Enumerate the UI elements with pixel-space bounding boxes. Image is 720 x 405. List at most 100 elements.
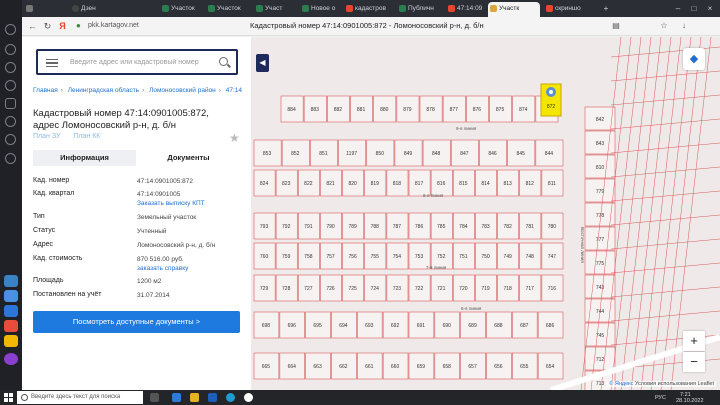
parcel-label: 748 — [526, 254, 535, 260]
yandex-attribution[interactable]: © Яндекс — [609, 381, 633, 387]
tab-3[interactable]: Участок — [206, 2, 246, 17]
tab-5[interactable]: Новое о — [300, 2, 340, 17]
favorite-star-icon[interactable]: ★ — [229, 132, 241, 144]
taskbar-search-input[interactable]: Введите здесь текст для поиска — [17, 391, 143, 404]
parcel-label: 758 — [304, 254, 313, 260]
tab-10[interactable]: скриншо — [544, 2, 596, 17]
breadcrumb-region[interactable]: Ленинградская область — [68, 87, 139, 94]
parcel-label: 850 — [376, 151, 385, 157]
tab-0[interactable] — [24, 2, 46, 17]
parcel-layer[interactable]: 8848838828818808798788778768758748738538… — [251, 37, 720, 390]
zoom-in-button[interactable]: + — [683, 331, 705, 351]
task-view-icon[interactable] — [150, 393, 159, 402]
close-window-button[interactable]: × — [704, 0, 716, 17]
explorer-icon[interactable] — [190, 393, 199, 402]
parcel-label: 845 — [517, 151, 526, 157]
tab-7[interactable]: Публичн — [397, 2, 441, 17]
parcel-label: 747 — [548, 254, 557, 260]
prop-value: 47:14:0901005:872 — [137, 178, 194, 185]
collapse-panel-button[interactable]: ◀ — [256, 54, 269, 72]
layers-icon[interactable]: ◆ — [683, 48, 705, 70]
reader-icon[interactable]: ▤ — [610, 20, 622, 32]
back-button[interactable]: ← — [26, 19, 39, 33]
history-icon[interactable] — [5, 62, 16, 73]
minimize-button[interactable]: – — [672, 0, 684, 17]
yandex-browser-icon[interactable] — [244, 393, 253, 402]
tab-1[interactable]: Дзен — [70, 2, 100, 17]
parcel-label: 852 — [291, 151, 300, 157]
order-certificate-link[interactable]: заказать справку — [137, 264, 242, 273]
leaflet-link[interactable]: Leaflet — [697, 381, 714, 387]
prop-value: 1200 м2 — [137, 278, 162, 285]
tab-8[interactable]: 47:14:09 — [446, 2, 490, 17]
app-icon-6[interactable] — [4, 353, 18, 365]
app-icon-5[interactable] — [4, 335, 18, 347]
parcel-label: 659 — [417, 364, 426, 370]
tab-information[interactable]: Информация — [33, 150, 136, 166]
parcel-heading: Кадастровый номер 47:14:0901005:872, адр… — [33, 108, 209, 131]
tab-documents[interactable]: Документы — [137, 150, 240, 166]
order-kpt-link[interactable]: Заказать выписку КПТ — [137, 199, 242, 208]
extensions-icon[interactable] — [5, 134, 16, 145]
plan-zu-link[interactable]: План ЗУ — [33, 133, 60, 140]
edge-icon[interactable] — [226, 393, 235, 402]
bookmarks-icon[interactable] — [5, 44, 16, 55]
parcel-label: 688 — [494, 323, 503, 329]
terms-link[interactable]: Условия использования — [635, 381, 696, 387]
search-icon[interactable] — [219, 57, 228, 66]
search-input[interactable] — [70, 55, 220, 69]
plan-kk-link[interactable]: План КК — [73, 133, 100, 140]
yandex-logo-icon[interactable]: Я — [56, 19, 69, 33]
page-title: Кадастровый номер 47:14:0901005:872 - Ло… — [250, 21, 484, 30]
tab-2[interactable]: Участок — [160, 2, 200, 17]
tab-4[interactable]: Участ — [254, 2, 294, 17]
settings-icon[interactable] — [5, 116, 16, 127]
breadcrumb-district[interactable]: Ломоносовский район — [149, 87, 216, 94]
parcel-label: 726 — [326, 286, 335, 292]
menu-icon[interactable] — [46, 59, 58, 67]
url-field[interactable]: pkk.kartagov.net — [88, 20, 139, 32]
parcel-label: 882 — [334, 107, 343, 113]
dzen-icon — [72, 5, 79, 12]
parcel-label: 812 — [526, 181, 535, 187]
street-label: 6-я линия — [461, 306, 482, 311]
bookmark-star-icon[interactable]: ☆ — [658, 20, 670, 32]
parcel-label: 819 — [371, 181, 380, 187]
add-app-icon[interactable] — [5, 153, 16, 164]
parcel-label: 881 — [357, 107, 366, 113]
tab-active[interactable]: Участк — [488, 2, 540, 17]
zoom-out-button[interactable]: − — [683, 352, 705, 372]
vk-icon[interactable] — [4, 305, 18, 317]
maximize-button[interactable]: □ — [688, 0, 700, 17]
parcel-label: 756 — [348, 254, 357, 260]
store-icon[interactable] — [172, 393, 181, 402]
mail-icon[interactable] — [208, 393, 217, 402]
reload-button[interactable]: ↻ — [41, 19, 54, 33]
new-tab-button[interactable]: + — [600, 0, 612, 17]
lock-icon: ● — [76, 21, 81, 30]
app-icon-4[interactable] — [4, 320, 18, 332]
app-icon-2[interactable] — [4, 290, 18, 302]
tab-label: Участок — [171, 5, 195, 12]
download-icon[interactable]: ↓ — [678, 20, 690, 32]
parcel-label: 851 — [319, 151, 328, 157]
parcel-label: 878 — [426, 107, 435, 113]
breadcrumb-separator: › — [142, 87, 145, 94]
tab-6[interactable]: кадастров — [344, 2, 392, 17]
cadastral-map[interactable]: 8848838828818808798788778768758748738538… — [251, 37, 720, 390]
parcel-label: 713 — [596, 381, 605, 387]
parcel-label: 818 — [393, 181, 402, 187]
prop-value-text: 870 516.00 руб. — [137, 256, 184, 263]
tray-date[interactable]: 28.10.2022 — [676, 398, 704, 404]
app-icon-1[interactable] — [4, 275, 18, 287]
windows-start-icon[interactable] — [4, 393, 13, 402]
view-documents-button[interactable]: Посмотреть доступные документы > — [33, 311, 240, 333]
breadcrumb-quarter[interactable]: 47:14 — [226, 87, 242, 94]
tray-lang[interactable]: РУС — [655, 395, 666, 401]
home-icon[interactable] — [5, 24, 16, 35]
downloads-icon[interactable] — [5, 80, 16, 91]
collections-icon[interactable] — [5, 98, 16, 109]
parcel-label: 752 — [437, 254, 446, 260]
breadcrumb-home[interactable]: Главная — [33, 87, 58, 94]
parcel-label: 718 — [503, 286, 512, 292]
